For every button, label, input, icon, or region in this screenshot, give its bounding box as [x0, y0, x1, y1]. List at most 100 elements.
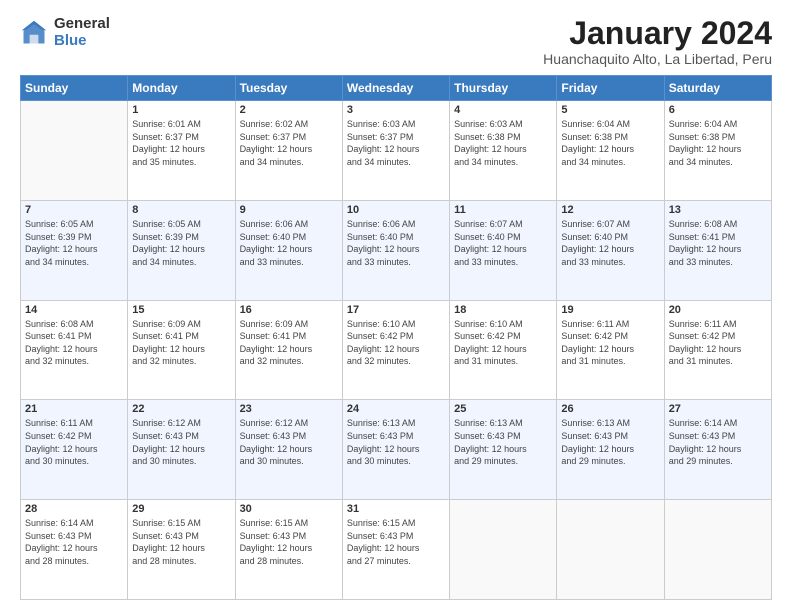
day-number: 18 [454, 304, 552, 316]
day-number: 3 [347, 104, 445, 116]
page-header: General Blue January 2024 Huanchaquito A… [20, 16, 772, 67]
calendar-week-3: 14 Sunrise: 6:08 AM Sunset: 6:41 PM Dayli… [21, 300, 772, 400]
day-number: 6 [669, 104, 767, 116]
col-monday: Monday [128, 76, 235, 101]
day-number: 30 [240, 503, 338, 515]
day-number: 17 [347, 304, 445, 316]
day-info: Sunrise: 6:05 AM Sunset: 6:39 PM Dayligh… [132, 218, 230, 268]
day-info: Sunrise: 6:09 AM Sunset: 6:41 PM Dayligh… [132, 318, 230, 368]
day-info: Sunrise: 6:12 AM Sunset: 6:43 PM Dayligh… [132, 417, 230, 467]
day-number: 11 [454, 204, 552, 216]
calendar-header-row: Sunday Monday Tuesday Wednesday Thursday… [21, 76, 772, 101]
day-number: 10 [347, 204, 445, 216]
day-info: Sunrise: 6:15 AM Sunset: 6:43 PM Dayligh… [347, 517, 445, 567]
calendar-cell: 3Sunrise: 6:03 AM Sunset: 6:37 PM Daylig… [342, 101, 449, 201]
day-number: 2 [240, 104, 338, 116]
calendar-cell: 5 Sunrise: 6:04 AM Sunset: 6:38 PM Daylig… [557, 101, 664, 201]
day-info: Sunrise: 6:07 AM Sunset: 6:40 PM Dayligh… [561, 218, 659, 268]
day-number: 20 [669, 304, 767, 316]
day-info: Sunrise: 6:11 AM Sunset: 6:42 PM Dayligh… [669, 318, 767, 368]
calendar-cell: 10 Sunrise: 6:06 AM Sunset: 6:40 PM Dayli… [342, 200, 449, 300]
calendar-cell: 9 Sunrise: 6:06 AM Sunset: 6:40 PM Daylig… [235, 200, 342, 300]
calendar-cell: 1 Sunrise: 6:01 AM Sunset: 6:37 PM Daylig… [128, 101, 235, 201]
day-info: Sunrise: 6:15 AM Sunset: 6:43 PM Dayligh… [240, 517, 338, 567]
calendar-cell [21, 101, 128, 201]
day-number: 24 [347, 403, 445, 415]
calendar-subtitle: Huanchaquito Alto, La Libertad, Peru [543, 51, 772, 67]
day-info: Sunrise: 6:12 AM Sunset: 6:43 PM Dayligh… [240, 417, 338, 467]
col-saturday: Saturday [664, 76, 771, 101]
calendar-cell: 2 Sunrise: 6:02 AM Sunset: 6:37 PM Daylig… [235, 101, 342, 201]
calendar-cell: 12Sunrise: 6:07 AM Sunset: 6:40 PM Dayli… [557, 200, 664, 300]
day-info: Sunrise: 6:10 AM Sunset: 6:42 PM Dayligh… [454, 318, 552, 368]
day-number: 23 [240, 403, 338, 415]
day-info: Sunrise: 6:08 AM Sunset: 6:41 PM Dayligh… [25, 318, 123, 368]
day-number: 1 [132, 104, 230, 116]
day-info: Sunrise: 6:07 AM Sunset: 6:40 PM Dayligh… [454, 218, 552, 268]
calendar-cell: 21 Sunrise: 6:11 AM Sunset: 6:42 PM Dayli… [21, 400, 128, 500]
day-info: Sunrise: 6:04 AM Sunset: 6:38 PM Dayligh… [669, 118, 767, 168]
col-sunday: Sunday [21, 76, 128, 101]
day-number: 8 [132, 204, 230, 216]
calendar-cell: 17 Sunrise: 6:10 AM Sunset: 6:42 PM Dayli… [342, 300, 449, 400]
day-number: 15 [132, 304, 230, 316]
calendar-cell: 7Sunrise: 6:05 AM Sunset: 6:39 PM Daylig… [21, 200, 128, 300]
calendar-cell: 25 Sunrise: 6:13 AM Sunset: 6:43 PM Dayli… [450, 400, 557, 500]
logo-text: General Blue [54, 16, 110, 49]
day-number: 28 [25, 503, 123, 515]
day-info: Sunrise: 6:14 AM Sunset: 6:43 PM Dayligh… [25, 517, 123, 567]
day-number: 31 [347, 503, 445, 515]
col-wednesday: Wednesday [342, 76, 449, 101]
day-number: 9 [240, 204, 338, 216]
day-number: 4 [454, 104, 552, 116]
day-number: 19 [561, 304, 659, 316]
day-info: Sunrise: 6:13 AM Sunset: 6:43 PM Dayligh… [561, 417, 659, 467]
day-info: Sunrise: 6:04 AM Sunset: 6:38 PM Dayligh… [561, 118, 659, 168]
calendar-week-2: 7Sunrise: 6:05 AM Sunset: 6:39 PM Daylig… [21, 200, 772, 300]
day-info: Sunrise: 6:10 AM Sunset: 6:42 PM Dayligh… [347, 318, 445, 368]
calendar-title: January 2024 [543, 16, 772, 51]
logo-icon [20, 19, 48, 47]
calendar-cell: 14 Sunrise: 6:08 AM Sunset: 6:41 PM Dayli… [21, 300, 128, 400]
day-info: Sunrise: 6:06 AM Sunset: 6:40 PM Dayligh… [347, 218, 445, 268]
day-info: Sunrise: 6:05 AM Sunset: 6:39 PM Dayligh… [25, 218, 123, 268]
col-friday: Friday [557, 76, 664, 101]
calendar-week-1: 1 Sunrise: 6:01 AM Sunset: 6:37 PM Daylig… [21, 101, 772, 201]
calendar-cell: 26Sunrise: 6:13 AM Sunset: 6:43 PM Dayli… [557, 400, 664, 500]
day-info: Sunrise: 6:01 AM Sunset: 6:37 PM Dayligh… [132, 118, 230, 168]
calendar-cell: 23 Sunrise: 6:12 AM Sunset: 6:43 PM Dayli… [235, 400, 342, 500]
day-number: 16 [240, 304, 338, 316]
calendar-cell: 4Sunrise: 6:03 AM Sunset: 6:38 PM Daylig… [450, 101, 557, 201]
day-info: Sunrise: 6:09 AM Sunset: 6:41 PM Dayligh… [240, 318, 338, 368]
calendar-cell [450, 500, 557, 600]
calendar-table: Sunday Monday Tuesday Wednesday Thursday… [20, 75, 772, 600]
day-number: 5 [561, 104, 659, 116]
day-info: Sunrise: 6:11 AM Sunset: 6:42 PM Dayligh… [561, 318, 659, 368]
calendar-cell: 31 Sunrise: 6:15 AM Sunset: 6:43 PM Dayli… [342, 500, 449, 600]
calendar-cell: 28 Sunrise: 6:14 AM Sunset: 6:43 PM Dayli… [21, 500, 128, 600]
title-area: January 2024 Huanchaquito Alto, La Liber… [543, 16, 772, 67]
day-number: 22 [132, 403, 230, 415]
day-number: 13 [669, 204, 767, 216]
calendar-cell: 16 Sunrise: 6:09 AM Sunset: 6:41 PM Dayli… [235, 300, 342, 400]
day-number: 27 [669, 403, 767, 415]
calendar-cell: 8 Sunrise: 6:05 AM Sunset: 6:39 PM Daylig… [128, 200, 235, 300]
day-number: 21 [25, 403, 123, 415]
col-thursday: Thursday [450, 76, 557, 101]
calendar-cell: 13 Sunrise: 6:08 AM Sunset: 6:41 PM Dayli… [664, 200, 771, 300]
day-info: Sunrise: 6:02 AM Sunset: 6:37 PM Dayligh… [240, 118, 338, 168]
calendar-cell: 30 Sunrise: 6:15 AM Sunset: 6:43 PM Dayli… [235, 500, 342, 600]
day-number: 29 [132, 503, 230, 515]
day-info: Sunrise: 6:15 AM Sunset: 6:43 PM Dayligh… [132, 517, 230, 567]
day-info: Sunrise: 6:08 AM Sunset: 6:41 PM Dayligh… [669, 218, 767, 268]
calendar-cell: 11 Sunrise: 6:07 AM Sunset: 6:40 PM Dayli… [450, 200, 557, 300]
calendar-cell: 20 Sunrise: 6:11 AM Sunset: 6:42 PM Dayli… [664, 300, 771, 400]
day-number: 14 [25, 304, 123, 316]
logo-general-label: General [54, 16, 110, 33]
day-info: Sunrise: 6:13 AM Sunset: 6:43 PM Dayligh… [454, 417, 552, 467]
day-number: 25 [454, 403, 552, 415]
day-info: Sunrise: 6:06 AM Sunset: 6:40 PM Dayligh… [240, 218, 338, 268]
day-info: Sunrise: 6:13 AM Sunset: 6:43 PM Dayligh… [347, 417, 445, 467]
calendar-cell [557, 500, 664, 600]
day-info: Sunrise: 6:11 AM Sunset: 6:42 PM Dayligh… [25, 417, 123, 467]
